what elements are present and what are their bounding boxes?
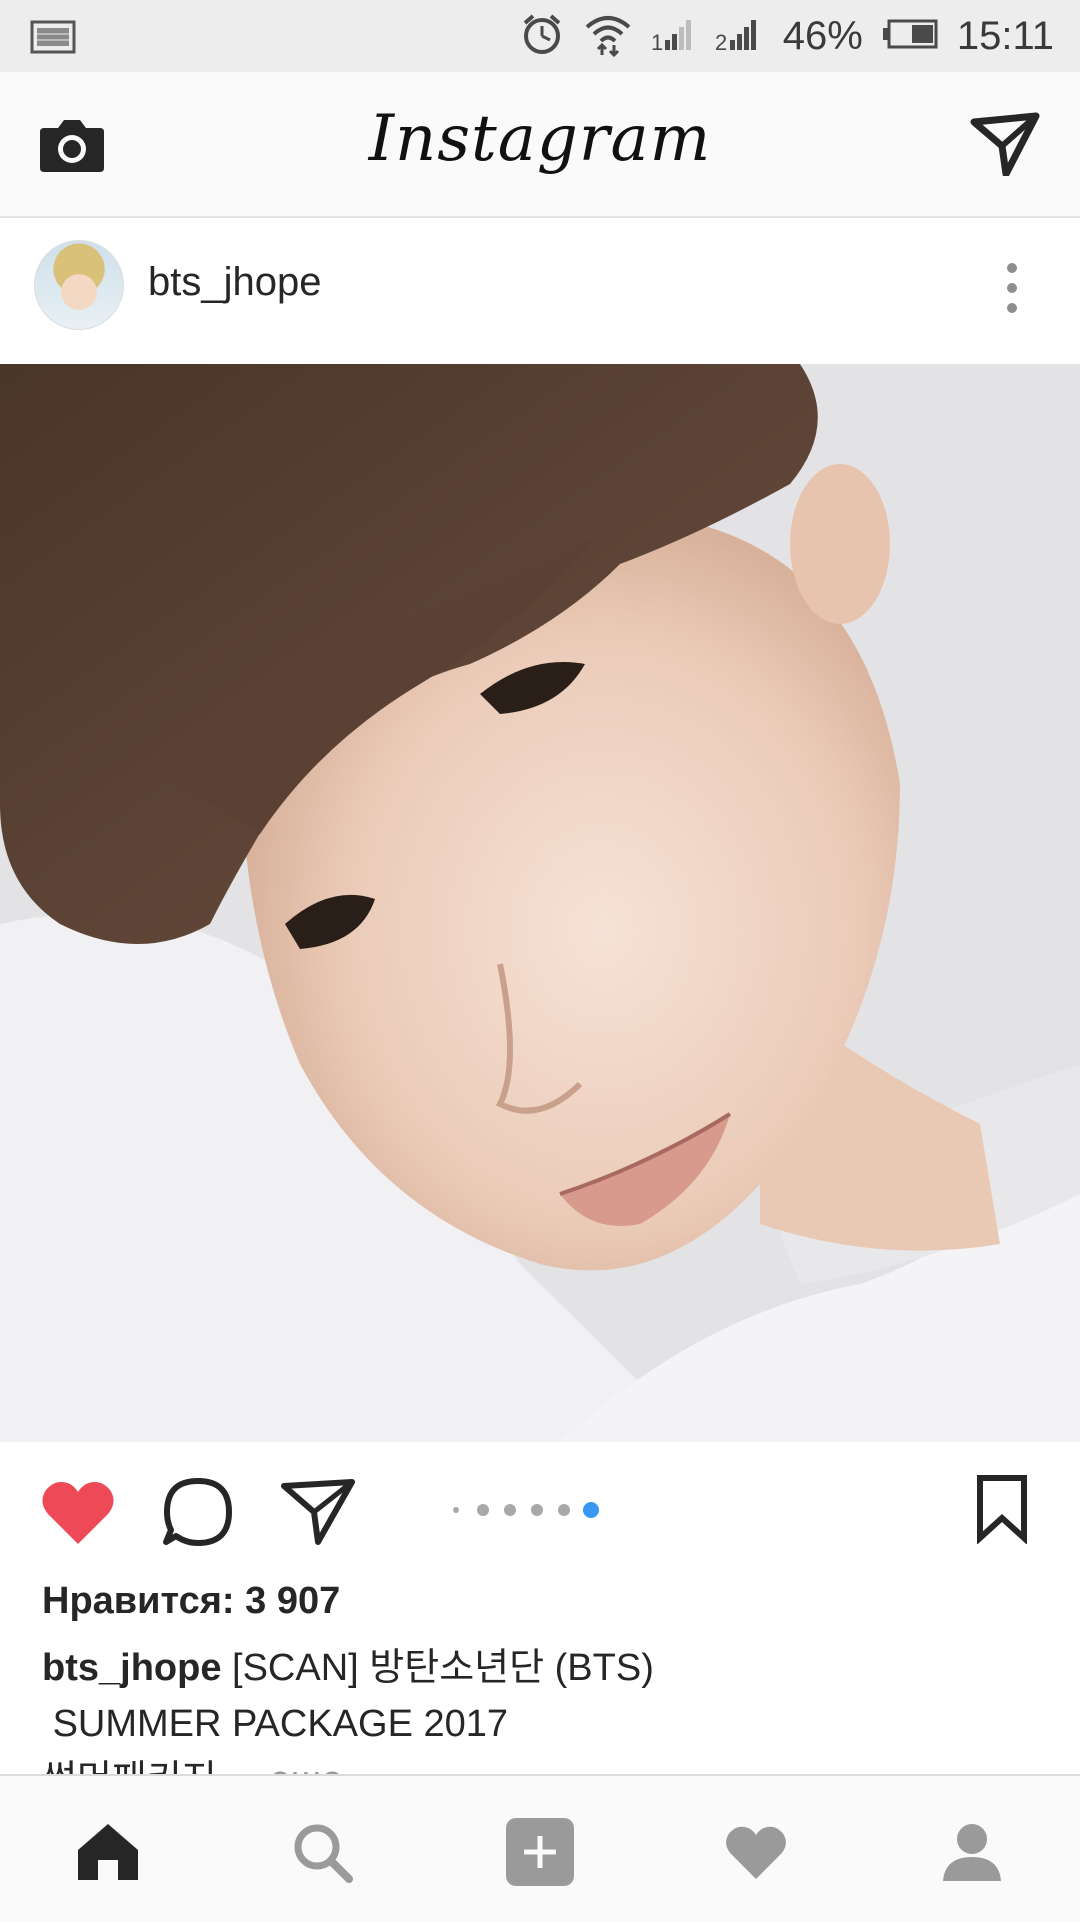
signal-icon: 2 xyxy=(715,14,765,59)
post-caption: bts_jhope [SCAN] 방탄소년단 (BTS) SUMMER PACK… xyxy=(42,1640,1042,1790)
carousel-dot xyxy=(504,1504,516,1516)
app-bar: Instagram xyxy=(0,72,1080,218)
post-header: bts_jhope xyxy=(0,218,1080,364)
svg-text:2: 2 xyxy=(715,30,727,54)
caption-line: [SCAN] 방탄소년단 (BTS) xyxy=(232,1647,654,1689)
battery-percent: 46% xyxy=(782,13,863,58)
battery-icon xyxy=(881,18,939,55)
status-bar: 1 2 46% 15:11 xyxy=(0,0,1080,72)
search-icon[interactable] xyxy=(282,1812,362,1892)
heart-icon[interactable] xyxy=(40,1478,116,1551)
carousel-dot xyxy=(453,1507,459,1513)
clock: 15:11 xyxy=(956,13,1054,58)
heart-icon[interactable] xyxy=(716,1812,796,1892)
add-icon[interactable] xyxy=(500,1812,580,1892)
bookmark-icon[interactable] xyxy=(976,1474,1028,1549)
carousel-dot-active xyxy=(583,1502,599,1518)
carousel-dot xyxy=(531,1504,543,1516)
profile-icon[interactable] xyxy=(932,1812,1012,1892)
avatar[interactable] xyxy=(34,240,124,330)
svg-text:1: 1 xyxy=(651,30,663,54)
bottom-nav xyxy=(0,1774,1080,1922)
app-logo: Instagram xyxy=(368,102,712,176)
likes-count[interactable]: Нравится: 3 907 xyxy=(42,1580,340,1623)
screenshot-icon xyxy=(30,20,76,59)
share-icon[interactable] xyxy=(280,1478,356,1551)
carousel-dots xyxy=(448,1500,608,1525)
post-username[interactable]: bts_jhope xyxy=(148,260,321,305)
signal-icon: 1 xyxy=(651,14,697,59)
carousel-dot xyxy=(558,1504,570,1516)
post-photo[interactable] xyxy=(0,364,1080,1442)
alarm-icon xyxy=(519,11,565,62)
comment-icon[interactable] xyxy=(162,1476,234,1553)
direct-message-icon[interactable] xyxy=(970,112,1040,181)
wifi-icon xyxy=(583,11,633,62)
carousel-dot xyxy=(477,1504,489,1516)
home-icon[interactable] xyxy=(68,1812,148,1892)
caption-line: SUMMER PACKAGE 2017 xyxy=(52,1703,509,1745)
post-actions xyxy=(0,1442,1080,1572)
caption-username[interactable]: bts_jhope xyxy=(42,1647,221,1689)
more-vertical-icon[interactable] xyxy=(1004,260,1020,321)
